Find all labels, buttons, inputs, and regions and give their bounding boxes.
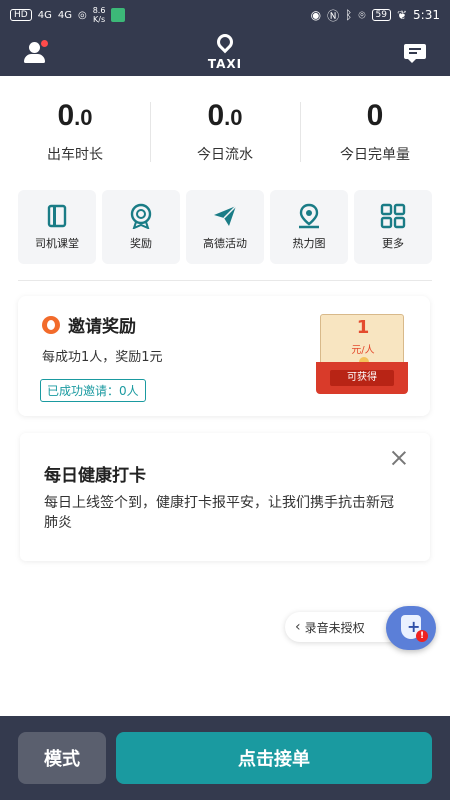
leaf-icon: ❦: [396, 8, 408, 22]
alert-icon: !: [416, 630, 428, 642]
signal-icon: 4G: [57, 9, 72, 21]
recording-label: 录音未授权: [304, 620, 365, 635]
health-title: 每日健康打卡: [44, 466, 146, 486]
app-notification-icon: [111, 8, 126, 22]
invite-reward-card[interactable]: 邀请奖励 每成功1人，奖励1元 已成功邀请：0人 1 元/人 可获得: [18, 296, 430, 416]
network-speed: 8.6 K/s: [92, 6, 106, 24]
flame-icon: [42, 315, 60, 334]
tool-driver-class[interactable]: 司机课堂: [18, 190, 96, 264]
red-envelope-icon: 1 元/人 可获得: [316, 314, 408, 394]
status-bar: HD 4G 4G ◎ 8.6 K/s ◉ Ⓝ ᛒ ⌾ 59 ❦ 5:31: [0, 0, 450, 30]
tool-heatmap[interactable]: 热力图: [270, 190, 348, 264]
grid-icon: [380, 203, 406, 229]
nfc-icon: Ⓝ: [327, 8, 340, 23]
stat-drive-duration[interactable]: 0.0 出车时长: [0, 96, 150, 166]
invite-title: 邀请奖励: [68, 317, 136, 337]
stat-daily-revenue[interactable]: 0.0 今日流水: [150, 96, 300, 166]
stats-row: 0.0 出车时长 0.0 今日流水 0 今日完单量: [0, 96, 450, 166]
health-checkin-card[interactable]: 每日健康打卡 每日上线签个到，健康打卡报平安，让我们携手抗击新冠肺炎: [20, 433, 430, 561]
invite-count-badge: 已成功邀请：0人: [40, 379, 146, 402]
paper-plane-icon: [214, 205, 237, 226]
safety-shield-button[interactable]: + !: [386, 606, 436, 650]
user-icon[interactable]: [24, 40, 48, 64]
tool-amap-activity[interactable]: 高德活动: [186, 190, 264, 264]
signal-icon: 4G: [37, 9, 52, 21]
battery-icon: 59: [371, 9, 391, 21]
message-icon[interactable]: [404, 44, 426, 63]
close-icon[interactable]: [390, 449, 408, 467]
mode-button[interactable]: 模式: [18, 732, 106, 784]
book-icon: [47, 204, 67, 228]
clock-time: 5:31: [413, 8, 440, 22]
taxi-logo: TAXI: [207, 30, 243, 74]
bottom-bar: 模式 点击接单: [0, 716, 450, 800]
tool-reward[interactable]: 奖励: [102, 190, 180, 264]
main-content: 0.0 出车时长 0.0 今日流水 0 今日完单量 司机课堂 奖励 高德活动 热…: [0, 76, 450, 716]
chevron-left-icon: ‹: [295, 619, 301, 635]
notification-dot: [41, 40, 48, 47]
network-badge: HD: [10, 9, 32, 21]
hotspot-icon: ◎: [77, 9, 87, 21]
stat-completed-orders[interactable]: 0 今日完单量: [300, 96, 450, 166]
map-pin-icon: [299, 203, 319, 229]
app-header: TAXI: [0, 30, 450, 76]
divider: [18, 280, 432, 281]
health-text: 每日上线签个到，健康打卡报平安，让我们携手抗击新冠肺炎: [44, 495, 394, 531]
medal-icon: [130, 203, 152, 229]
tool-more[interactable]: 更多: [354, 190, 432, 264]
tool-grid: 司机课堂 奖励 高德活动 热力图 更多: [18, 190, 432, 264]
bluetooth-icon: ᛒ: [345, 8, 353, 22]
invite-description: 每成功1人，奖励1元: [42, 350, 163, 365]
map-pin-icon: [213, 30, 237, 54]
accept-order-button[interactable]: 点击接单: [116, 732, 432, 784]
eye-icon: ◉: [310, 8, 322, 22]
envelope-label: 可获得: [330, 370, 394, 386]
location-icon: ⌾: [358, 7, 366, 22]
